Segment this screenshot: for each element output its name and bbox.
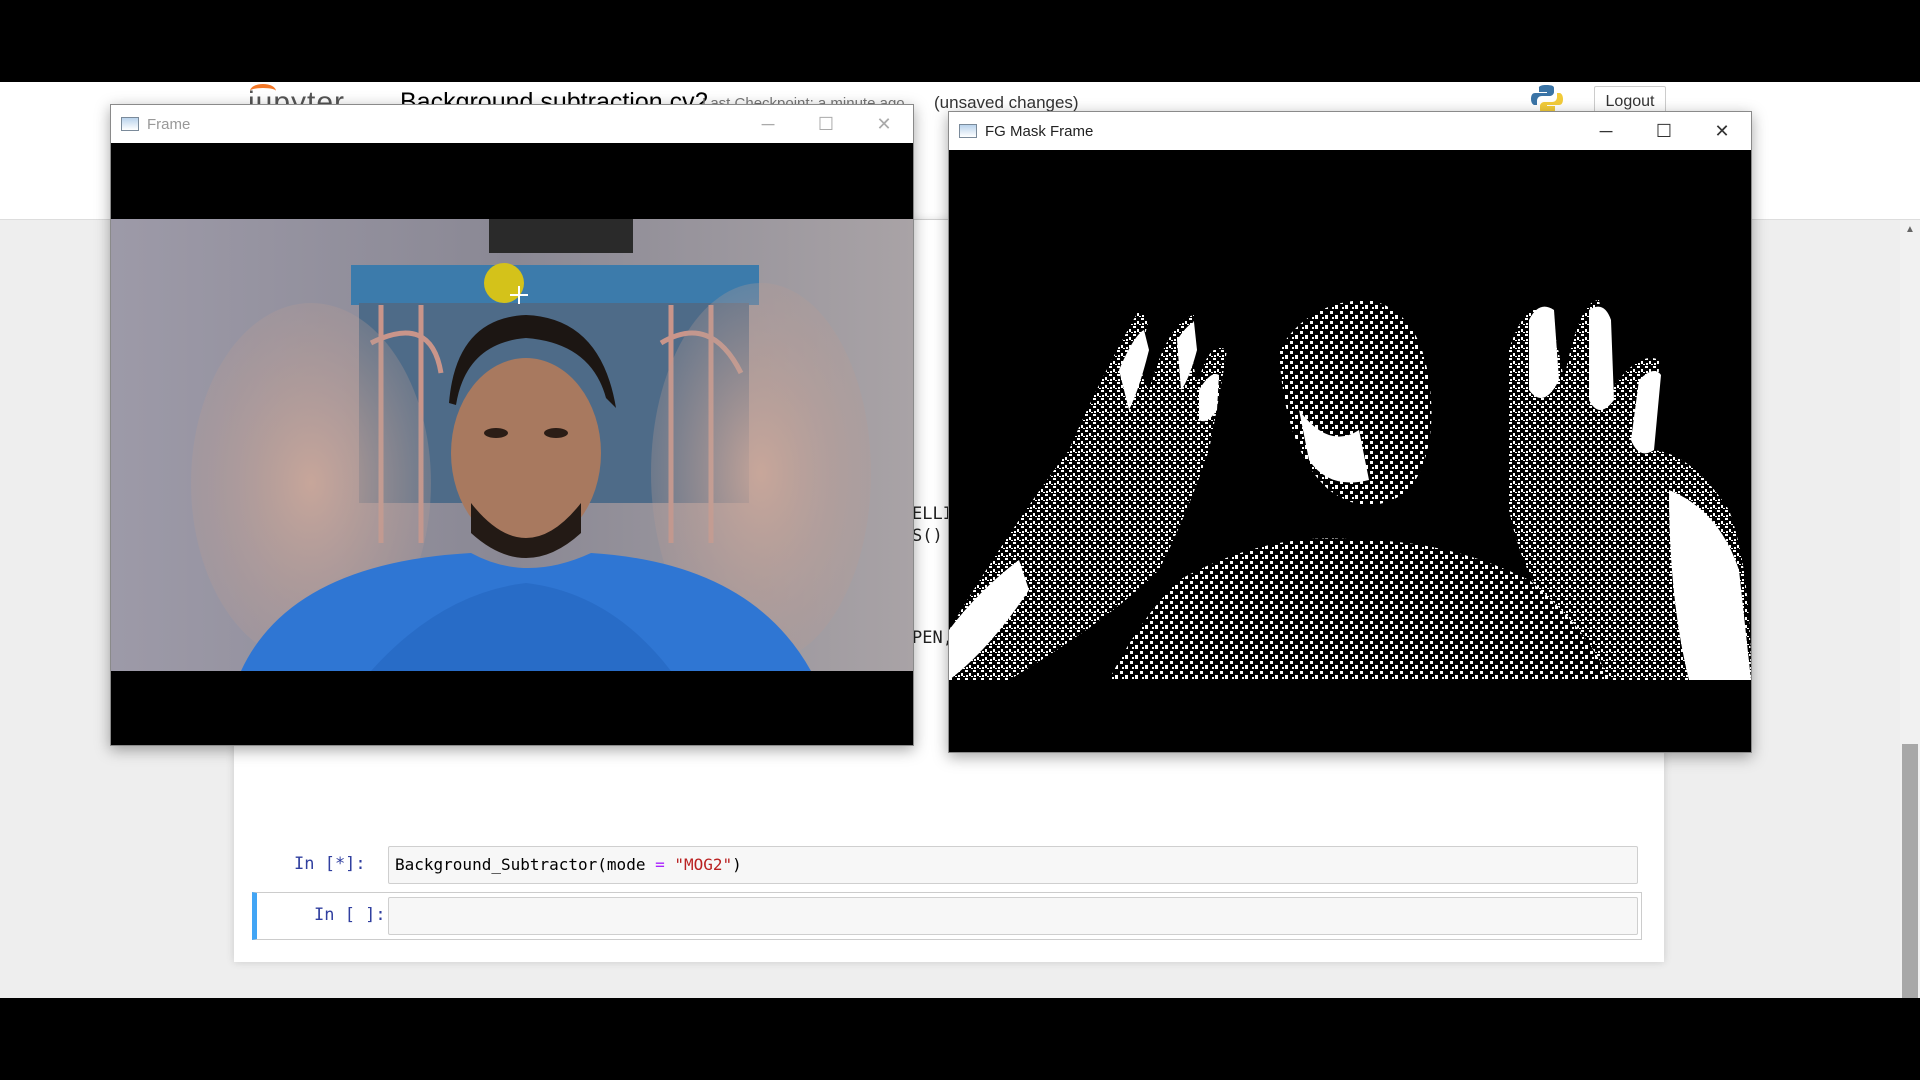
close-icon[interactable]: ✕ xyxy=(855,105,913,143)
fg-mask-video xyxy=(949,150,1751,752)
frame-window-title: Frame xyxy=(147,115,191,133)
frame-titlebar[interactable]: Frame ─ ☐ ✕ xyxy=(111,105,913,143)
fg-mask-window[interactable]: FG Mask Frame ─ ☐ ✕ xyxy=(948,111,1752,753)
window-icon xyxy=(959,124,977,138)
screen: jupyter Background subtraction cv2 Last … xyxy=(0,0,1920,1080)
fg-mask-titlebar[interactable]: FG Mask Frame ─ ☐ ✕ xyxy=(949,112,1751,150)
webcam-frame-image xyxy=(111,143,913,745)
code-fragment: ELLI xyxy=(912,504,953,524)
scrollbar-thumb[interactable] xyxy=(1902,744,1918,998)
code-fragment: S() xyxy=(912,526,943,546)
cell-input[interactable]: Background_Subtractor(mode = "MOG2") xyxy=(388,846,1638,884)
code-call: Background_Subtractor(mode xyxy=(395,855,656,874)
window-icon xyxy=(121,117,139,131)
code-end: ) xyxy=(732,855,742,874)
scroll-up-icon[interactable]: ▲ xyxy=(1905,224,1915,235)
maximize-icon[interactable]: ☐ xyxy=(1635,112,1693,150)
letterbox-bottom xyxy=(0,998,1920,1080)
foreground-mask-image xyxy=(949,150,1751,752)
cell-input[interactable] xyxy=(388,897,1638,935)
page-scrollbar[interactable]: ▲ xyxy=(1900,220,1920,998)
unsaved-status: (unsaved changes) xyxy=(934,93,1079,112)
minimize-icon[interactable]: ─ xyxy=(1577,112,1635,150)
code-operator: = xyxy=(655,855,665,874)
frame-video xyxy=(111,143,913,745)
code-string: "MOG2" xyxy=(674,855,733,874)
fg-mask-window-title: FG Mask Frame xyxy=(985,122,1094,140)
code-cell-running[interactable]: In [*]: Background_Subtractor(mode = "MO… xyxy=(254,842,1644,890)
minimize-icon[interactable]: ─ xyxy=(739,105,797,143)
frame-window[interactable]: Frame ─ ☐ ✕ xyxy=(110,104,914,746)
python-icon xyxy=(1531,85,1563,113)
close-icon[interactable]: ✕ xyxy=(1693,112,1751,150)
maximize-icon[interactable]: ☐ xyxy=(797,105,855,143)
code-fragment: PEN, xyxy=(912,628,953,648)
code-cell-selected[interactable]: In [ ]: xyxy=(252,892,1642,940)
